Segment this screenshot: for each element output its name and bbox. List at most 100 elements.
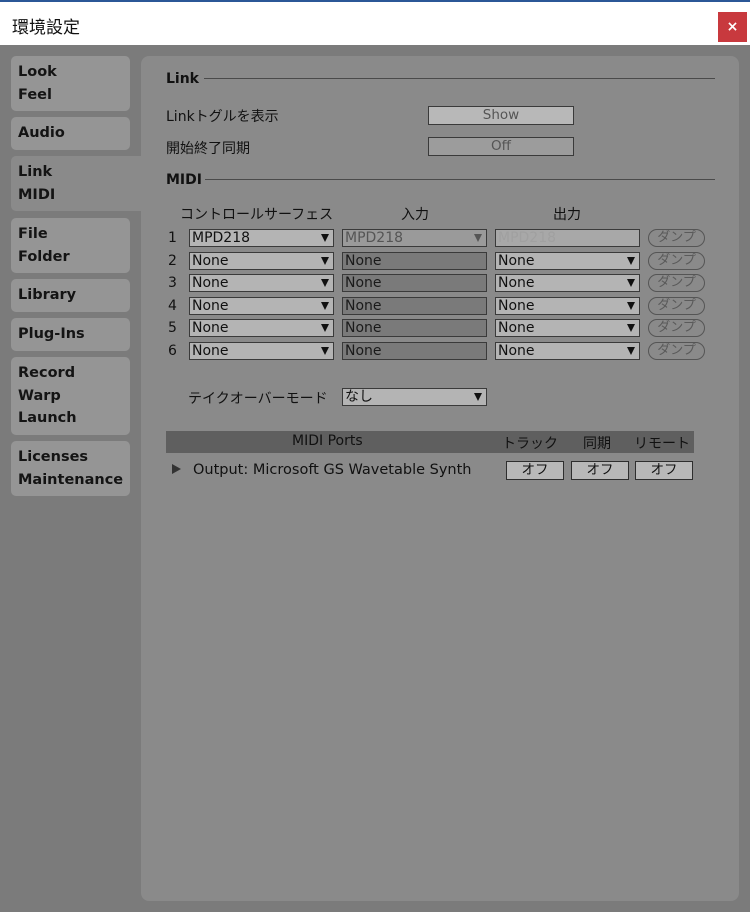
show-link-toggle-button[interactable]: Show (428, 106, 574, 125)
midi-output-dropdown[interactable]: MPD218 (495, 229, 640, 247)
sidebar-item-label: Warp (18, 387, 61, 404)
sidebar-item-label: Audio (18, 125, 65, 141)
control-surface-dropdown-value: None (192, 343, 229, 359)
sidebar-item-link[interactable]: Link MIDI (11, 156, 142, 211)
sidebar-item-label: Feel (18, 86, 52, 103)
midi-row-number: 1 (168, 230, 177, 246)
midi-input-dropdown-value: None (345, 253, 382, 269)
midi-input-dropdown: None (342, 252, 487, 270)
track-column-header: トラック (502, 436, 558, 452)
takeover-mode-value: なし (345, 389, 373, 405)
control-surface-dropdown-value: None (192, 275, 229, 291)
sidebar-item-file[interactable]: File Folder (11, 218, 130, 273)
sync-column-header: 同期 (583, 436, 611, 452)
link-section-rule (204, 78, 715, 79)
dropdown-arrow-icon (627, 347, 635, 355)
midi-output-dropdown-value: None (498, 275, 535, 291)
takeover-mode-label: テイクオーバーモード (188, 391, 328, 407)
sidebar-item-library[interactable]: Library (11, 279, 130, 312)
sidebar-item-look[interactable]: Look Feel (11, 56, 130, 111)
sync-toggle-button[interactable]: オフ (571, 461, 629, 480)
sidebar-item-licenses[interactable]: Licenses Maintenance (11, 441, 130, 496)
sidebar-item-label: Licenses (18, 449, 89, 465)
input-header: 入力 (401, 207, 429, 223)
dropdown-arrow-icon (627, 257, 635, 265)
dropdown-arrow-icon (474, 393, 482, 401)
dump-button[interactable]: ダンプ (648, 297, 705, 315)
dump-button[interactable]: ダンプ (648, 252, 705, 270)
sidebar-item-label: Library (18, 287, 77, 303)
sidebar-item-label: MIDI (18, 186, 56, 203)
track-toggle-button[interactable]: オフ (506, 461, 564, 480)
sidebar-item-label: File (18, 226, 48, 242)
remote-column-header: リモート (634, 436, 690, 452)
sidebar-item-label: Maintenance (18, 471, 124, 488)
sidebar-item-label: Launch (18, 410, 77, 426)
midi-row-number: 2 (168, 253, 177, 269)
midi-output-dropdown[interactable]: None (495, 319, 640, 337)
midi-section-title: MIDI (166, 172, 202, 188)
remote-toggle-button[interactable]: オフ (635, 461, 693, 480)
control-surface-dropdown[interactable]: None (189, 252, 334, 270)
close-button[interactable]: × (718, 12, 747, 42)
dropdown-arrow-icon (474, 234, 482, 242)
midi-input-dropdown-value: None (345, 343, 382, 359)
takeover-mode-dropdown[interactable]: なし (342, 388, 487, 406)
midi-input-dropdown-value: None (345, 320, 382, 336)
start-stop-sync-button[interactable]: Off (428, 137, 574, 156)
midi-row-number: 6 (168, 343, 177, 359)
midi-output-dropdown-value: MPD218 (498, 230, 557, 246)
midi-ports-title: MIDI Ports (292, 433, 363, 449)
sidebar-item-label: Link (18, 164, 53, 180)
dropdown-arrow-icon (321, 257, 329, 265)
midi-section-rule (205, 179, 715, 180)
dropdown-arrow-icon (321, 324, 329, 332)
dump-button[interactable]: ダンプ (648, 229, 705, 247)
midi-input-dropdown-value: MPD218 (345, 230, 404, 246)
control-surface-dropdown[interactable]: None (189, 319, 334, 337)
midi-input-dropdown[interactable]: MPD218 (342, 229, 487, 247)
control-surface-dropdown-value: None (192, 253, 229, 269)
midi-output-dropdown[interactable]: None (495, 252, 640, 270)
link-section-title: Link (166, 71, 199, 87)
sidebar-item-label: Look (18, 64, 57, 80)
control-surface-dropdown-value: MPD218 (192, 230, 251, 246)
sidebar-item-audio[interactable]: Audio (11, 117, 130, 150)
dropdown-arrow-icon (627, 279, 635, 287)
sidebar-item-label: Record (18, 365, 76, 381)
output-header: 出力 (553, 207, 581, 223)
control-surface-dropdown[interactable]: None (189, 297, 334, 315)
control-surface-dropdown-value: None (192, 298, 229, 314)
midi-output-dropdown-value: None (498, 320, 535, 336)
dropdown-arrow-icon (321, 279, 329, 287)
dump-button[interactable]: ダンプ (648, 274, 705, 292)
dropdown-arrow-icon (321, 347, 329, 355)
control-surface-dropdown[interactable]: None (189, 342, 334, 360)
control-surface-dropdown[interactable]: None (189, 274, 334, 292)
title-bar: 環境設定 × (0, 0, 750, 45)
sidebar-item-plugins[interactable]: Plug-Ins (11, 318, 130, 351)
midi-input-dropdown: None (342, 342, 487, 360)
sidebar-item-label: Plug-Ins (18, 326, 85, 342)
expand-arrow-icon[interactable] (172, 464, 181, 474)
control-surface-dropdown[interactable]: MPD218 (189, 229, 334, 247)
midi-row-number: 5 (168, 320, 177, 336)
dropdown-arrow-icon (627, 324, 635, 332)
midi-port-name: Output: Microsoft GS Wavetable Synth (193, 462, 472, 478)
midi-output-dropdown[interactable]: None (495, 342, 640, 360)
dump-button[interactable]: ダンプ (648, 319, 705, 337)
midi-ports-header: MIDI Ports トラック 同期 リモート (166, 431, 694, 453)
midi-input-dropdown-value: None (345, 298, 382, 314)
midi-row-number: 4 (168, 298, 177, 314)
dump-button[interactable]: ダンプ (648, 342, 705, 360)
dropdown-arrow-icon (627, 302, 635, 310)
sidebar-item-record[interactable]: Record Warp Launch (11, 357, 130, 435)
midi-output-dropdown[interactable]: None (495, 297, 640, 315)
midi-row-number: 3 (168, 275, 177, 291)
dropdown-arrow-icon (321, 234, 329, 242)
midi-input-dropdown: None (342, 319, 487, 337)
window-title: 環境設定 (12, 18, 80, 38)
midi-input-dropdown: None (342, 297, 487, 315)
midi-output-dropdown[interactable]: None (495, 274, 640, 292)
midi-output-dropdown-value: None (498, 298, 535, 314)
